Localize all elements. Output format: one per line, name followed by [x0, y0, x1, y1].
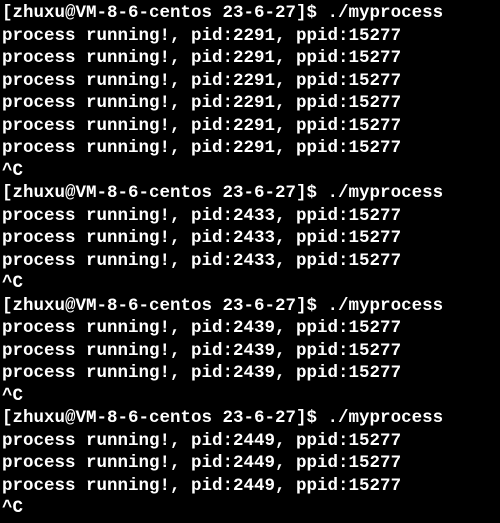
process-output-line: process running!, pid:2439, ppid:15277 — [2, 317, 498, 340]
terminal-output: [zhuxu@VM-8-6-centos 23-6-27]$ ./myproce… — [0, 0, 500, 522]
process-output-line: process running!, pid:2439, ppid:15277 — [2, 340, 498, 363]
process-output-line: process running!, pid:2449, ppid:15277 — [2, 452, 498, 475]
prompt-line: [zhuxu@VM-8-6-centos 23-6-27]$ ./myproce… — [2, 2, 498, 25]
process-output-line: process running!, pid:2433, ppid:15277 — [2, 205, 498, 228]
process-output-line: process running!, pid:2433, ppid:15277 — [2, 227, 498, 250]
process-output-line: process running!, pid:2291, ppid:15277 — [2, 25, 498, 48]
process-output-line: process running!, pid:2291, ppid:15277 — [2, 115, 498, 138]
interrupt-line: ^C — [2, 385, 498, 408]
process-output-line: process running!, pid:2433, ppid:15277 — [2, 250, 498, 273]
prompt-line: [zhuxu@VM-8-6-centos 23-6-27]$ ./myproce… — [2, 182, 498, 205]
interrupt-line: ^C — [2, 272, 498, 295]
process-output-line: process running!, pid:2439, ppid:15277 — [2, 362, 498, 385]
process-output-line: process running!, pid:2291, ppid:15277 — [2, 137, 498, 160]
prompt-line: [zhuxu@VM-8-6-centos 23-6-27]$ ./myproce… — [2, 295, 498, 318]
interrupt-line: ^C — [2, 497, 498, 520]
interrupt-line: ^C — [2, 160, 498, 183]
process-output-line: process running!, pid:2449, ppid:15277 — [2, 430, 498, 453]
process-output-line: process running!, pid:2291, ppid:15277 — [2, 92, 498, 115]
prompt-line: [zhuxu@VM-8-6-centos 23-6-27]$ ./myproce… — [2, 407, 498, 430]
process-output-line: process running!, pid:2291, ppid:15277 — [2, 47, 498, 70]
process-output-line: process running!, pid:2291, ppid:15277 — [2, 70, 498, 93]
process-output-line: process running!, pid:2449, ppid:15277 — [2, 475, 498, 498]
